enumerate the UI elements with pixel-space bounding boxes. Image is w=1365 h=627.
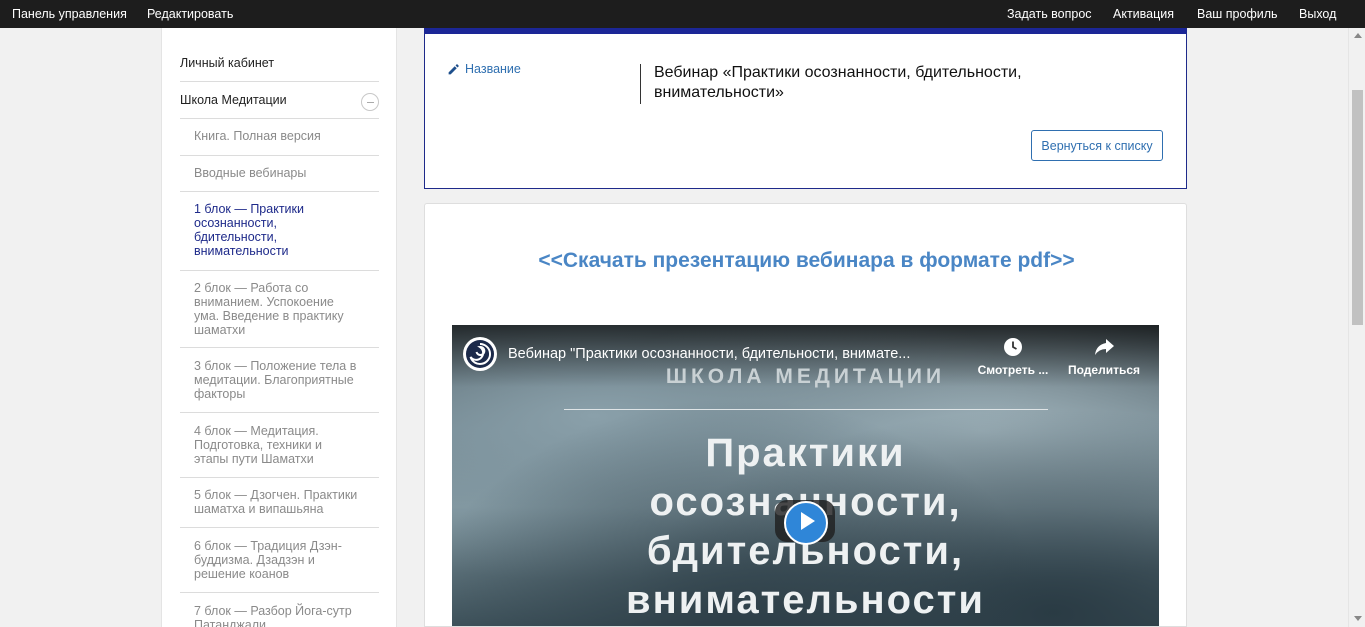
logout-link[interactable]: Выход <box>1299 7 1336 21</box>
sidebar-item-block-7[interactable]: 7 блок — Разбор Йога-сутр Патанджали <box>180 593 379 627</box>
sidebar-item-account[interactable]: Личный кабинет <box>180 56 379 82</box>
clock-icon <box>1004 338 1022 356</box>
sidebar-item-school[interactable]: Школа Медитации <box>180 82 379 119</box>
ask-question-link[interactable]: Задать вопрос <box>1007 7 1092 21</box>
webinar-title: Вебинар «Практики осознанности, бдительн… <box>654 64 1022 101</box>
sidebar-item-block-5[interactable]: 5 блок — Дзогчен. Практики шаматха и вип… <box>180 478 379 528</box>
edit-link[interactable]: Редактировать <box>147 7 233 21</box>
divider <box>640 64 641 104</box>
collapse-icon[interactable] <box>361 93 379 111</box>
webinar-content-card: <<Скачать презентацию вебинара в формате… <box>424 203 1187 627</box>
sidebar-item-block-4[interactable]: 4 блок — Медитация. Подготовка, техники … <box>180 413 379 478</box>
sidebar-item-intro-webinars[interactable]: Вводные вебинары <box>180 156 379 192</box>
video-brand-text: ШКОЛА МЕДИТАЦИИ <box>665 365 946 388</box>
download-pdf-link[interactable]: <<Скачать презентацию вебинара в формате… <box>425 249 1186 273</box>
back-to-list-button[interactable]: Вернуться к списку <box>1031 130 1163 161</box>
sidebar-item-block-3[interactable]: 3 блок — Положение тела в медитации. Бла… <box>180 348 379 413</box>
scroll-down-icon[interactable] <box>1354 616 1362 621</box>
webinar-info-card: Название Вебинар «Практики осознанности,… <box>424 28 1187 189</box>
profile-link[interactable]: Ваш профиль <box>1197 7 1278 21</box>
activation-link[interactable]: Активация <box>1113 7 1174 21</box>
slide-line: Практики <box>705 431 906 475</box>
video-title[interactable]: Вебинар "Практики осознанности, бдительн… <box>508 346 968 362</box>
sidebar-item-block-6[interactable]: 6 блок — Традиция Дзэн-буддизма. Дзадзэн… <box>180 528 379 593</box>
sidebar-nav: Личный кабинет Школа Медитации Книга. По… <box>161 28 397 627</box>
play-button-icon[interactable] <box>775 500 835 545</box>
name-label-text: Название <box>465 62 521 76</box>
dashboard-link[interactable]: Панель управления <box>12 7 127 21</box>
share-icon <box>1095 339 1114 355</box>
admin-bar: Панель управления Редактировать Задать в… <box>0 0 1365 28</box>
sidebar-item-block-1[interactable]: 1 блок — Практики осознанности, бдительн… <box>180 192 379 271</box>
name-label: Название <box>447 62 521 76</box>
scroll-up-icon[interactable] <box>1354 33 1362 38</box>
page-scrollbar[interactable] <box>1348 28 1365 627</box>
pencil-icon <box>448 63 459 74</box>
scrollbar-thumb[interactable] <box>1352 90 1363 325</box>
slide-line: внимательности <box>626 578 985 622</box>
sidebar-item-label: Школа Медитации <box>180 93 287 107</box>
sidebar-item-book[interactable]: Книга. Полная версия <box>180 119 379 156</box>
video-divider <box>564 409 1048 410</box>
video-player[interactable]: Вебинар "Практики осознанности, бдительн… <box>452 325 1159 626</box>
sidebar-item-block-2[interactable]: 2 блок — Работа со вниманием. Успокоение… <box>180 271 379 348</box>
